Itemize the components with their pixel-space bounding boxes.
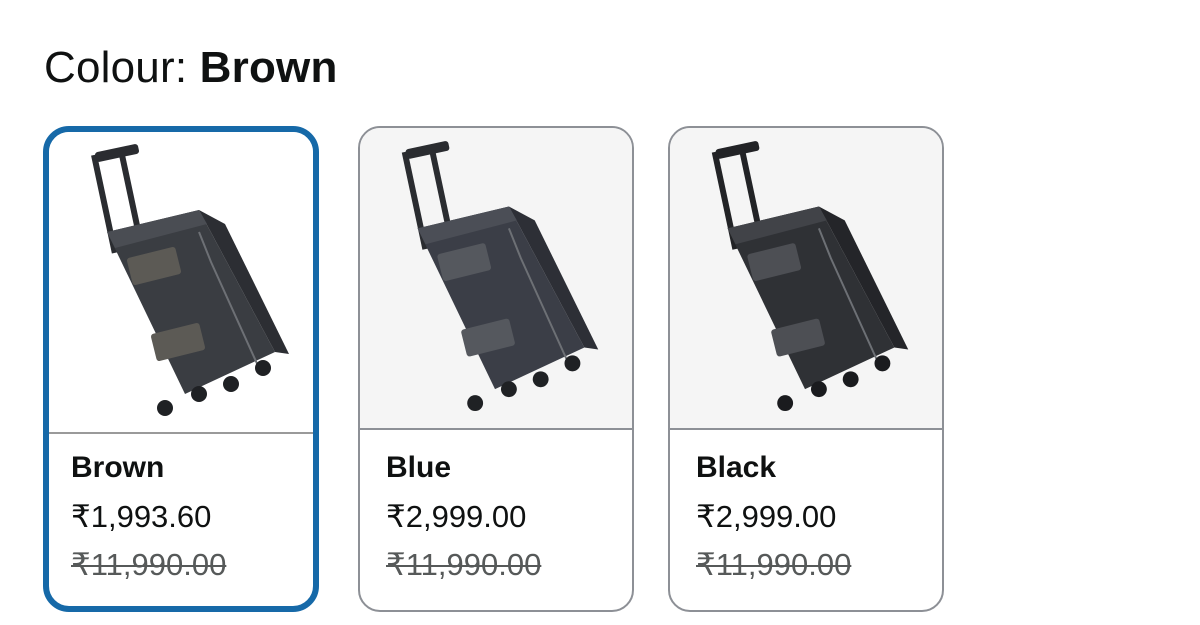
swatch-info: Brown ₹1,993.60 ₹11,990.00: [49, 434, 313, 606]
colour-swatch-brown[interactable]: Brown ₹1,993.60 ₹11,990.00: [43, 126, 319, 612]
trolley-bag-icon: [91, 144, 289, 416]
swatch-mrp-strikethrough: ₹11,990.00: [386, 547, 542, 582]
colour-swatch-blue[interactable]: Blue ₹2,999.00 ₹11,990.00: [358, 126, 634, 612]
colour-selector-heading: Colour: Brown: [44, 40, 338, 96]
swatch-colour-name: Brown: [71, 451, 165, 484]
selected-colour-value: Brown: [199, 43, 338, 92]
swatch-mrp-strikethrough: ₹11,990.00: [71, 547, 227, 582]
swatch-colour-name: Blue: [386, 451, 452, 484]
swatch-info: Black ₹2,999.00 ₹11,990.00: [670, 430, 942, 610]
trolley-bag-icon: [711, 141, 909, 412]
trolley-bag-icon: [401, 141, 599, 412]
swatch-price: ₹1,993.60: [71, 499, 212, 534]
swatch-image-area: [49, 132, 313, 434]
colour-label: Colour:: [44, 43, 200, 92]
swatch-mrp-strikethrough: ₹11,990.00: [696, 547, 852, 582]
swatch-price: ₹2,999.00: [386, 499, 527, 534]
swatch-price: ₹2,999.00: [696, 499, 837, 534]
colour-swatch-black[interactable]: Black ₹2,999.00 ₹11,990.00: [668, 126, 944, 612]
swatch-colour-name: Black: [696, 451, 777, 484]
swatch-info: Blue ₹2,999.00 ₹11,990.00: [360, 430, 632, 610]
swatch-image-area: [360, 128, 632, 430]
swatch-image-area: [670, 128, 942, 430]
